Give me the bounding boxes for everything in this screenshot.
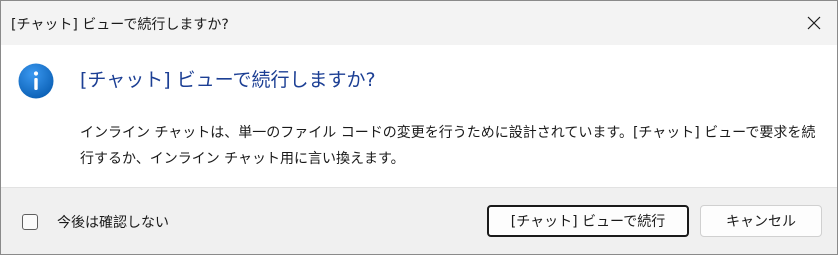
info-icon	[18, 63, 54, 99]
title-bar: [チャット] ビューで続行しますか?	[1, 1, 837, 45]
dialog-message: インライン チャットは、単一のファイル コードの変更を行うために設計されています…	[80, 125, 816, 167]
continue-in-chat-button[interactable]: [チャット] ビューで続行	[487, 205, 689, 237]
window-title: [チャット] ビューで続行しますか?	[11, 17, 229, 33]
dont-ask-again-checkbox[interactable]: 今後は確認しない	[22, 212, 169, 232]
close-icon	[807, 16, 821, 30]
dialog-window: [チャット] ビューで続行しますか? [チャット] ビューで続行しますか? イン…	[0, 0, 838, 255]
checkbox-label: 今後は確認しない	[57, 215, 169, 231]
checkbox-box[interactable]	[22, 214, 38, 230]
cancel-button[interactable]: キャンセル	[700, 205, 822, 237]
close-button[interactable]	[791, 1, 837, 45]
dialog-footer: 今後は確認しない [チャット] ビューで続行 キャンセル	[1, 187, 837, 254]
dialog-heading: [チャット] ビューで続行しますか?	[80, 69, 376, 91]
dialog-content: [チャット] ビューで続行しますか? インライン チャットは、単一のファイル コ…	[1, 45, 837, 187]
